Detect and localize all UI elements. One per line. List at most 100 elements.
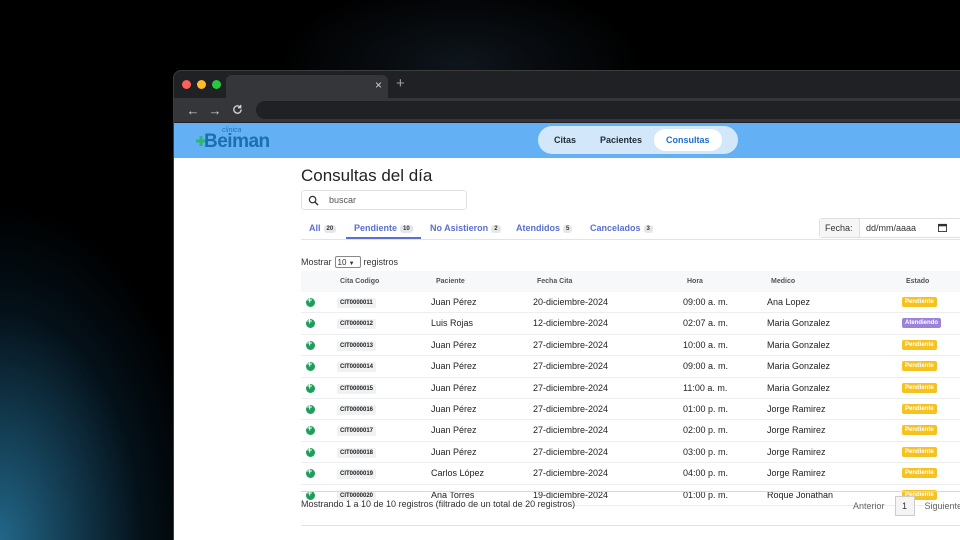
col-fecha-cita[interactable]: Fecha Cita [537, 278, 572, 285]
col-medico[interactable]: Medico [771, 278, 795, 285]
tab-atendidos[interactable]: Atendidos 5 [516, 223, 573, 237]
paciente: Juan Pérez [431, 425, 477, 436]
cita-codigo: CIT0000018 [337, 447, 377, 458]
close-window-button[interactable] [182, 80, 191, 89]
tab-all[interactable]: All 20 [309, 223, 337, 237]
col-hora[interactable]: Hora [687, 278, 703, 285]
minimize-window-button[interactable] [197, 80, 206, 89]
page-title: Consultas del día [301, 166, 433, 185]
col-paciente[interactable]: Paciente [436, 278, 465, 285]
fecha-cita: 27-diciembre-2024 [533, 446, 609, 457]
app-header: clinica Beiman Citas Pacientes Consultas [174, 123, 960, 158]
cita-codigo: CIT0000017 [337, 426, 377, 437]
tab-bar: × + [174, 71, 960, 98]
expand-row-icon[interactable] [306, 381, 315, 393]
back-icon[interactable]: ← [182, 103, 204, 118]
expand-row-icon[interactable] [306, 338, 315, 350]
calendar-icon[interactable] [938, 223, 947, 232]
status-badge: Atendiendo [902, 318, 941, 329]
web-page: clinica Beiman Citas Pacientes Consultas… [174, 123, 960, 540]
medico: Maria Gonzalez [767, 339, 831, 350]
cita-codigo: CIT0000012 [337, 319, 377, 330]
status-badge: Pendiente [902, 446, 937, 457]
window-controls [182, 80, 221, 89]
chevron-down-icon: ▼ [348, 261, 355, 267]
col-cita-codigo[interactable]: Cita Codigo [340, 278, 379, 285]
address-bar[interactable] [256, 101, 960, 119]
cita-codigo: CIT0000013 [337, 340, 377, 351]
nav-pacientes[interactable]: Pacientes [588, 129, 654, 151]
col-estado[interactable]: Estado [906, 278, 929, 285]
fecha-cita: 27-diciembre-2024 [533, 382, 609, 393]
main-content: Consultas del día buscar All 20 Pendiente… [301, 158, 960, 540]
logo-text: Beiman [204, 131, 270, 152]
maximize-window-button[interactable] [212, 80, 221, 89]
hora: 02:00 p. m. [683, 425, 729, 436]
table-row[interactable]: CIT0000016 Juan Pérez 27-diciembre-2024 01:… [301, 399, 960, 421]
pagination-next[interactable]: Siguiente [925, 501, 960, 511]
table-row[interactable]: CIT0000019 Carlos López 27-diciembre-2024 0… [301, 463, 960, 485]
nav-consultas[interactable]: Consultas [654, 129, 722, 151]
tab-cancelados[interactable]: Cancelados 3 [590, 223, 653, 237]
hora: 11:00 a. m. [683, 382, 728, 393]
hora: 09:00 a. m. [683, 361, 729, 372]
fecha-cita: 27-diciembre-2024 [533, 425, 609, 436]
forward-icon[interactable]: → [204, 103, 226, 118]
status-badge: Pendiente [902, 361, 937, 372]
browser-tab[interactable]: × [226, 75, 388, 98]
pagination-page-1[interactable]: 1 [894, 496, 915, 516]
divider [301, 491, 960, 492]
close-tab-icon[interactable]: × [375, 78, 382, 92]
status-badge: Pendiente [902, 339, 937, 350]
status-badge: Pendiente [902, 403, 937, 414]
page-length-select[interactable]: 10 ▼ [334, 256, 361, 268]
fecha-cita: 27-diciembre-2024 [533, 339, 609, 350]
table-row[interactable]: CIT0000018 Juan Pérez 27-diciembre-2024 03:… [301, 442, 960, 464]
consultas-table: Cita Codigo Paciente Fecha Cita Hora Med… [301, 271, 960, 506]
address-toolbar: ← → [174, 98, 960, 122]
cita-codigo: CIT0000014 [337, 362, 377, 373]
table-row[interactable]: CIT0000015 Juan Pérez 27-diciembre-2024 11:… [301, 378, 960, 399]
cita-codigo: CIT0000011 [337, 298, 376, 308]
expand-row-icon[interactable] [306, 402, 315, 414]
fecha-cita: 27-diciembre-2024 [533, 468, 609, 479]
expand-row-icon[interactable] [306, 466, 315, 479]
new-tab-icon[interactable]: + [396, 75, 405, 92]
paciente: Juan Pérez [431, 446, 477, 457]
search-input[interactable]: buscar [301, 190, 467, 210]
table-body: CIT0000011 Juan Pérez 20-diciembre-2024 09:… [301, 292, 960, 506]
tab-pendiente[interactable]: Pendiente 10 [346, 223, 421, 239]
tab-no-asistieron[interactable]: No Asistieron 2 [430, 223, 501, 237]
table-row[interactable]: CIT0000017 Juan Pérez 27-diciembre-2024 02:… [301, 420, 960, 442]
status-badge: Pendiente [902, 468, 937, 479]
hora: 09:00 a. m. [683, 297, 729, 307]
table-row[interactable]: CIT0000013 Juan Pérez 27-diciembre-2024 10:… [301, 335, 960, 357]
medico: Jorge Ramirez [767, 468, 826, 479]
medico: Ana Lopez [767, 297, 811, 307]
clinic-logo[interactable]: clinica Beiman [196, 127, 270, 153]
hora: 03:00 p. m. [683, 446, 729, 457]
expand-row-icon[interactable] [306, 359, 315, 372]
reload-icon[interactable] [226, 103, 248, 118]
expand-row-icon[interactable] [306, 295, 315, 307]
expand-row-icon[interactable] [306, 423, 315, 436]
cita-codigo: CIT0000015 [337, 383, 377, 394]
paciente: Juan Pérez [431, 297, 477, 307]
date-input[interactable]: dd/mm/aaaa [866, 223, 916, 233]
fecha-cita: 27-diciembre-2024 [533, 403, 609, 414]
table-row[interactable]: CIT0000012 Luis Rojas 12-diciembre-2024 02:… [301, 313, 960, 335]
cita-codigo: CIT0000019 [337, 469, 377, 480]
length-prefix: Mostrar [301, 257, 332, 267]
medico: Maria Gonzalez [767, 382, 831, 393]
pagination-prev[interactable]: Anterior [853, 501, 885, 511]
expand-row-icon[interactable] [306, 445, 315, 457]
medico: Jorge Ramirez [767, 446, 826, 457]
paciente: Luis Rojas [431, 318, 474, 329]
expand-row-icon[interactable] [306, 316, 315, 329]
nav-citas[interactable]: Citas [542, 129, 588, 151]
pagination: Anterior 1 Siguiente [853, 496, 960, 516]
status-badge: Pendiente [902, 425, 937, 436]
table-row[interactable]: CIT0000014 Juan Pérez 27-diciembre-2024 09:… [301, 356, 960, 378]
medico: Jorge Ramirez [767, 425, 826, 436]
table-row[interactable]: CIT0000011 Juan Pérez 20-diciembre-2024 09:… [301, 292, 960, 314]
